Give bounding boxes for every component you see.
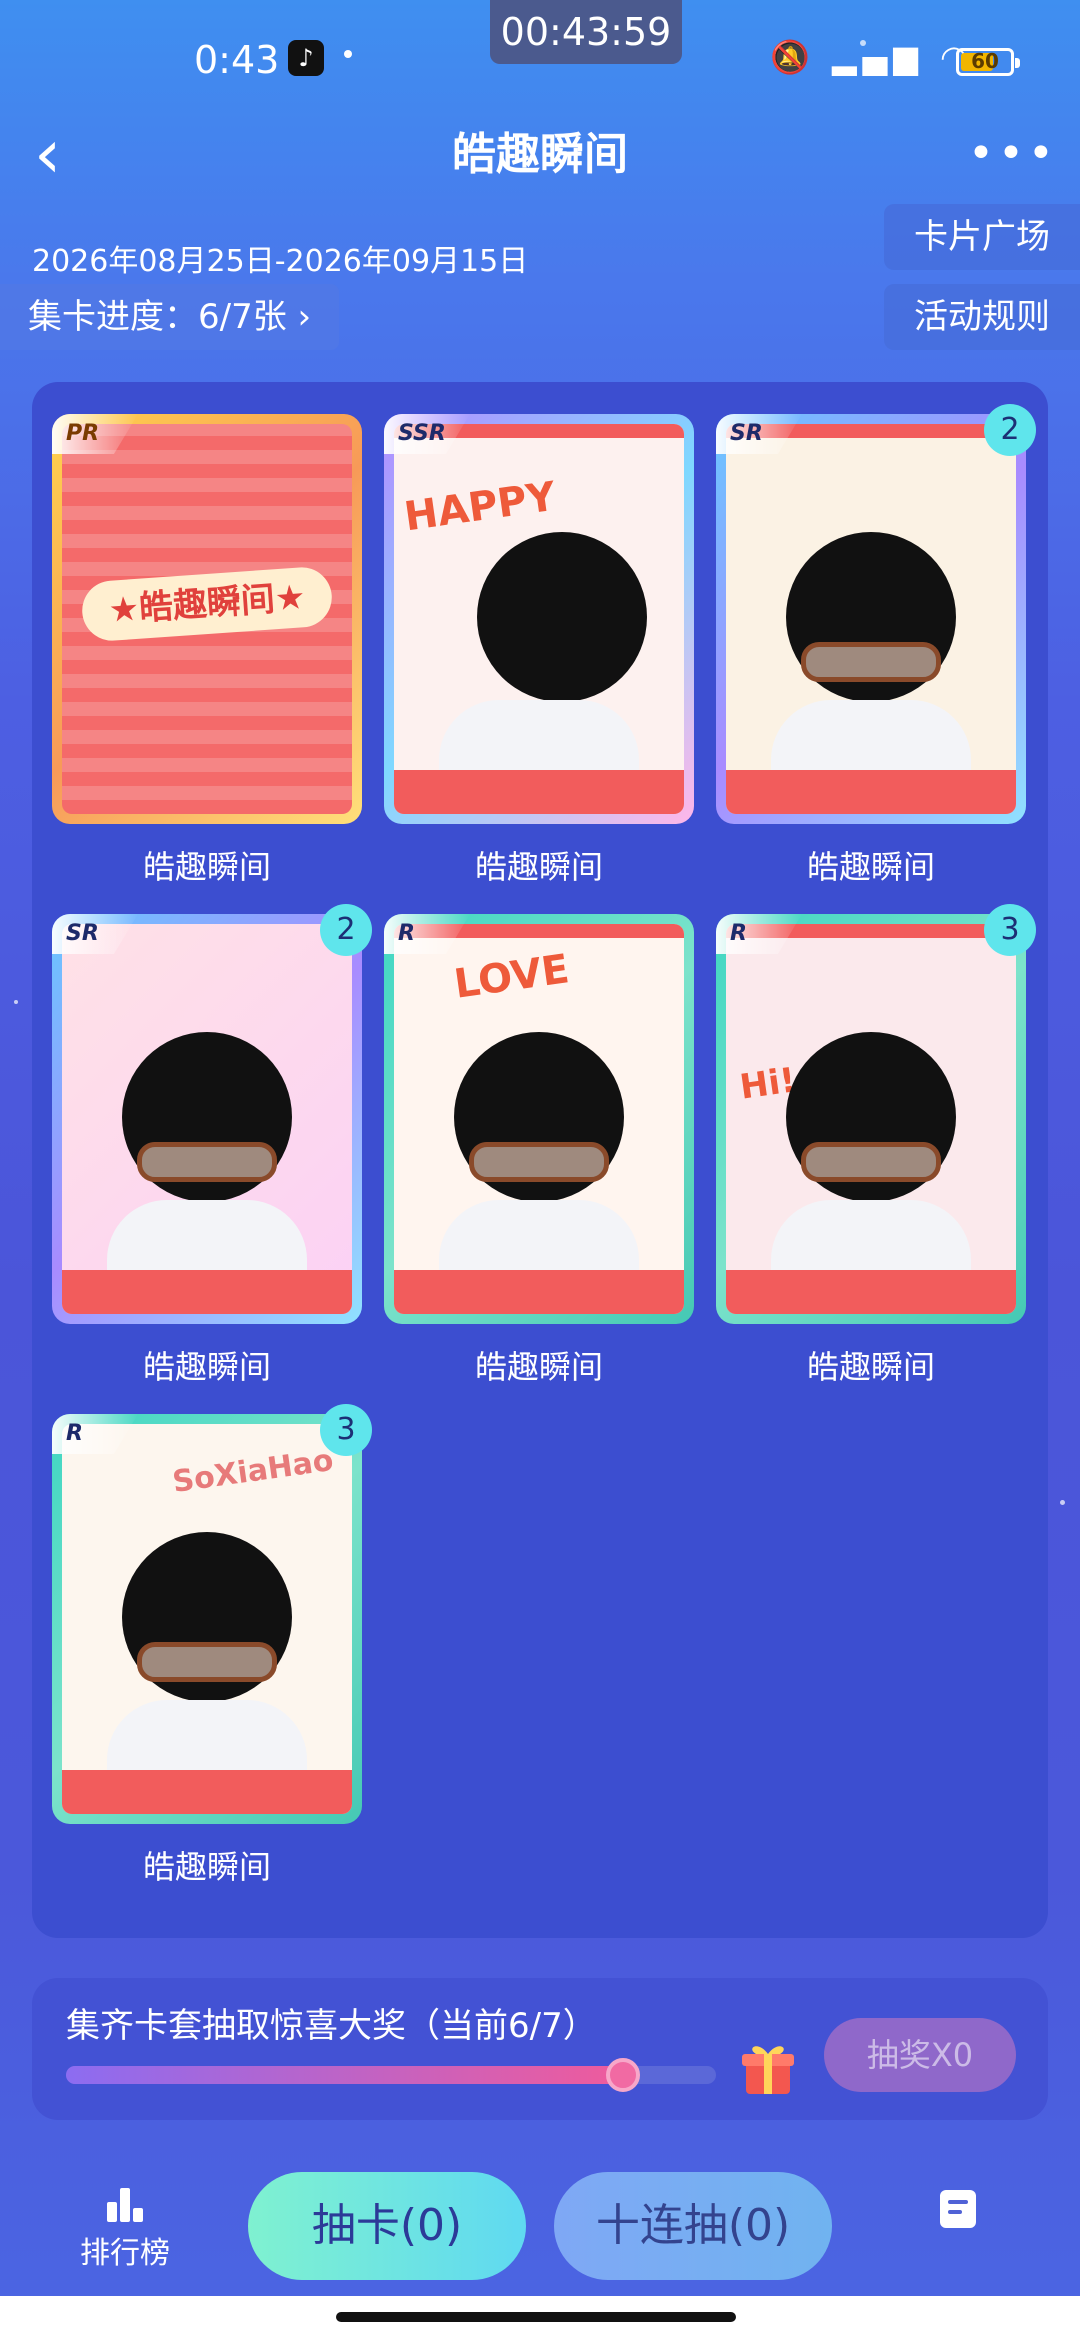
card-item[interactable]: HAPPY SSR [384,414,694,824]
collection-progress-button[interactable]: 集卡进度：6/7张 › [0,284,340,350]
card-frame: HAPPY [384,414,694,824]
leaderboard-button[interactable]: 排行榜 [70,2186,180,2272]
progress-knob [606,2058,641,2092]
battery-icon: 60 [956,48,1020,76]
card-count-badge: 3 [984,904,1036,956]
card-count-badge: 2 [984,404,1036,456]
card-item[interactable]: SR 2 [716,404,1036,824]
gift-icon [742,2046,794,2094]
card-plaza-button[interactable]: 卡片广场 [884,204,1080,270]
lottery-progress-bar [66,2058,716,2092]
clock-overlay: 00:43:59 [490,0,682,64]
progress-fill [66,2066,624,2084]
card-art-text: HAPPY [401,473,559,541]
battery-level: 60 [971,49,999,73]
card-item[interactable]: SoXiaHao R 3 [52,1404,372,1824]
system-icons: 🔕 ▂▄▆ ◠ [770,38,974,76]
card-item[interactable]: LOVE R [384,914,694,1324]
lottery-draw-button[interactable]: 抽奖X0 [824,2018,1016,2092]
card-artwork [726,424,1016,814]
activity-rules-button[interactable]: 活动规则 [884,284,1080,350]
card-collection-panel: ★皓趣瞬间★ PR 皓趣瞬间 HAPPY SSR 皓趣瞬间 SR 2 皓趣瞬间 … [32,382,1048,1938]
card-artwork: SoXiaHao [62,1424,352,1814]
sparkle-decoration [1060,1500,1065,1505]
draw-ten-button[interactable]: 十连抽(0) [554,2172,832,2280]
card-label: 皓趣瞬间 [806,1348,935,1386]
leaderboard-label: 排行榜 [80,2236,170,2271]
page-title: 皓趣瞬间 [452,129,628,180]
draw-one-button[interactable]: 抽卡(0) [248,2172,526,2280]
card-item[interactable]: ★皓趣瞬间★ PR [52,414,362,824]
card-item[interactable]: Hi! R 3 [716,904,1036,1324]
character-illustration [477,531,648,702]
card-count-badge: 2 [320,904,372,956]
card-artwork: LOVE [394,924,684,1314]
status-bar: 0:43 ♪ 00:43:59 🔕 ▂▄▆ ◠ 60 [0,0,1080,120]
card-artwork [62,924,352,1314]
card-label: 皓趣瞬间 [142,1848,271,1886]
card-frame: Hi! [716,914,1026,1324]
card-label: 皓趣瞬间 [474,848,603,886]
more-dots-icon[interactable]: ••• [968,128,1058,179]
card-logo-art: ★皓趣瞬间★ [80,565,334,643]
card-label: 皓趣瞬间 [142,1348,271,1386]
card-label: 皓趣瞬间 [806,848,935,886]
status-time: 0:43 [194,38,280,82]
tiktok-icon: ♪ [288,40,324,76]
leaderboard-icon [105,2186,145,2222]
card-artwork: HAPPY [394,424,684,814]
card-label: 皓趣瞬间 [474,1348,603,1386]
card-frame: ★皓趣瞬间★ [52,414,362,824]
records-icon[interactable] [940,2190,976,2228]
card-frame [716,414,1026,824]
sparkle-decoration [14,1000,18,1004]
lottery-section: 集齐卡套抽取惊喜大奖（当前6/7） 抽奖X0 [32,1978,1048,2120]
notification-dot [344,50,352,58]
card-art-text: SoXiaHao [170,1442,336,1501]
card-art-text: LOVE [451,946,572,1008]
lottery-title: 集齐卡套抽取惊喜大奖（当前6/7） [66,2006,597,2046]
home-indicator[interactable] [336,2312,736,2322]
card-artwork: Hi! [726,924,1016,1314]
card-label: 皓趣瞬间 [142,848,271,886]
card-artwork: ★皓趣瞬间★ [62,424,352,814]
card-frame: SoXiaHao [52,1414,362,1824]
card-frame: LOVE [384,914,694,1324]
card-frame [52,914,362,1324]
card-count-badge: 3 [320,1404,372,1456]
card-item[interactable]: SR 2 [52,904,372,1324]
event-date-range: 2026年08月25日-2026年09月15日 [32,244,529,279]
